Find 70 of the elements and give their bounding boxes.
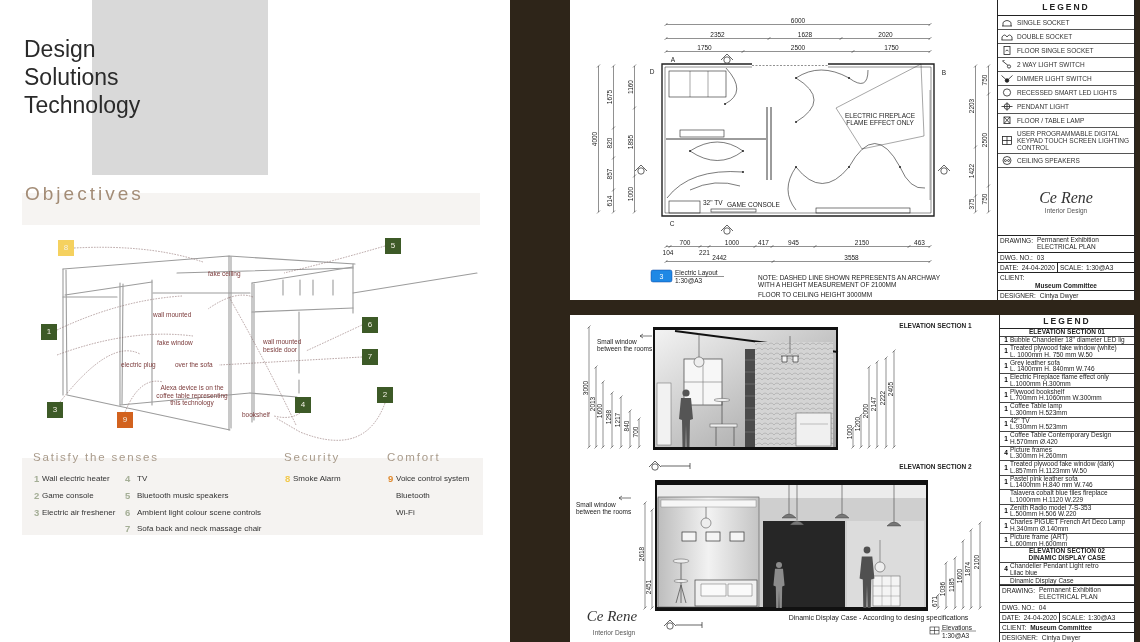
title-line: Technology [24, 91, 141, 119]
category-heading: Security [284, 451, 340, 463]
dimension-line [601, 380, 605, 449]
item-text: TV [137, 474, 148, 485]
category-heading: Satisfy the senses [33, 451, 159, 463]
number-marker: 2 [377, 387, 393, 403]
dimension-line [610, 391, 614, 449]
number-marker: 1 [41, 324, 57, 340]
crosshair-icon [1001, 102, 1013, 111]
floor-socket-icon [1001, 46, 1013, 55]
item-text: Wi-Fi [396, 507, 415, 518]
item-text: Bluetooth [396, 491, 430, 502]
dimension-line [936, 593, 940, 610]
leader-line [305, 324, 363, 352]
item-text: Ambient light colour scene controls [137, 507, 262, 518]
arrow-left-icon [639, 333, 653, 339]
arrow-left-icon [618, 495, 632, 501]
dimension-line [944, 561, 948, 610]
item-text: Electric air freshener [42, 507, 116, 518]
legend-title: LEGEND [998, 0, 1134, 16]
dimension-line [619, 395, 623, 449]
dimmer-switch-icon [1001, 74, 1013, 83]
item-text: Bluetooth music speakers [137, 491, 229, 502]
boxed-cross-icon [1001, 116, 1013, 125]
dimension-line [628, 409, 632, 449]
legend-title: LEGEND [1000, 315, 1134, 329]
number-marker: 7 [362, 349, 378, 365]
section-marker-icon [663, 619, 703, 630]
socket-icon [1001, 18, 1013, 27]
section-marker-icon [648, 460, 691, 471]
title-line: Solutions [24, 63, 119, 91]
item-text: Voice control system [396, 474, 470, 485]
item-number: 6 [124, 507, 131, 518]
logo-wordmark: Ce Rene [586, 608, 638, 624]
item-number: 3 [33, 507, 40, 518]
item-number: 4 [124, 474, 131, 485]
dimension-line [953, 556, 957, 610]
item-text: Game console [42, 491, 94, 502]
logo-wordmark: Ce Rene [1039, 188, 1093, 207]
section-marker-icon [937, 164, 951, 175]
section-heading: Objectives [25, 183, 144, 205]
item-text: Smoke Alarm [293, 474, 341, 485]
item-text: Wall electric heater [42, 474, 110, 485]
number-marker: 5 [385, 238, 401, 254]
dimension-line [859, 413, 863, 449]
ring-icon [1001, 88, 1013, 97]
number-marker: 9 [117, 412, 133, 428]
number-marker: 8 [58, 240, 74, 256]
dimension-line [637, 417, 641, 449]
title-line: Design [24, 35, 96, 63]
keypad-icon [1001, 136, 1013, 145]
item-number: 1 [33, 474, 40, 485]
section-marker-icon [634, 164, 648, 175]
speaker-icon [1001, 156, 1013, 165]
item-number: 2 [33, 491, 40, 502]
item-text: Sofa back and neck massage chair [137, 524, 262, 535]
category-heading: Comfort [387, 451, 441, 463]
item-number: 9 [387, 474, 394, 485]
number-marker: 6 [362, 317, 378, 333]
dimension-line [961, 539, 965, 610]
dimension-line [851, 426, 855, 449]
item-number: 8 [284, 474, 291, 485]
item-number: 5 [124, 491, 131, 502]
number-marker: 3 [47, 402, 63, 418]
switch-icon [1001, 60, 1013, 69]
double-socket-icon [1001, 32, 1013, 41]
item-number: 7 [124, 524, 131, 535]
section-marker-icon [720, 224, 734, 235]
section-marker-icon [720, 53, 734, 64]
number-marker: 4 [295, 397, 311, 413]
